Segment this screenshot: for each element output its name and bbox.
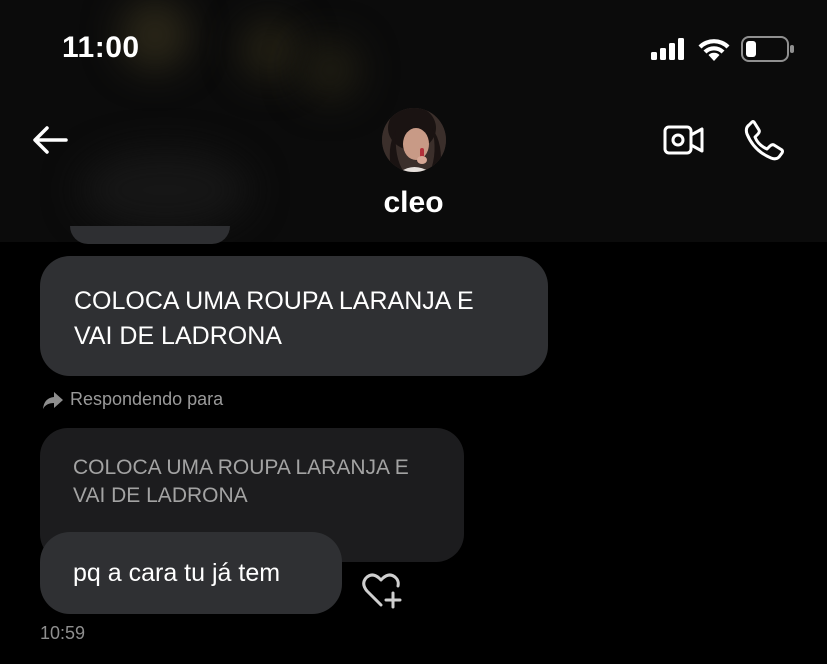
arrow-left-icon: [33, 126, 68, 154]
phone-icon: [744, 120, 784, 161]
profile-photo: [382, 108, 446, 172]
reply-label-text: Respondendo para: [70, 389, 224, 409]
video-camera-icon: [663, 125, 704, 155]
reply-message-bubble[interactable]: pq a cara tu já tem: [40, 532, 342, 614]
message-bubble[interactable]: COLOCA UMA ROUPA LARANJA E VAI DE LADRON…: [40, 256, 548, 376]
dm-screen: 11:00 cleo COLOCA UMA ROUPA LARANJA E VA…: [0, 0, 827, 664]
previous-message-bubble: [70, 226, 230, 244]
battery-icon: [741, 36, 794, 62]
message-text: COLOCA UMA ROUPA LARANJA E VAI DE LADRON…: [74, 287, 474, 350]
status-time: 11:00: [62, 31, 140, 64]
heart-plus-icon: [362, 573, 402, 609]
message-timestamp: 10:59: [40, 623, 86, 643]
cellular-signal-icon: [651, 38, 684, 60]
avatar[interactable]: [382, 108, 446, 172]
voice-call-button[interactable]: [742, 118, 786, 162]
quoted-message-text: COLOCA UMA ROUPA LARANJA E VAI DE LADRON…: [73, 456, 409, 507]
contact-name[interactable]: cleo: [0, 186, 827, 220]
react-button[interactable]: [360, 571, 404, 611]
wifi-icon: [698, 39, 730, 61]
reply-message-text: pq a cara tu já tem: [73, 559, 281, 587]
status-icons: [651, 36, 795, 62]
video-call-button[interactable]: [662, 122, 706, 158]
reply-arrow-icon: [43, 391, 63, 409]
back-button[interactable]: [30, 122, 70, 158]
reply-indicator: Respondendo para: [42, 389, 223, 410]
